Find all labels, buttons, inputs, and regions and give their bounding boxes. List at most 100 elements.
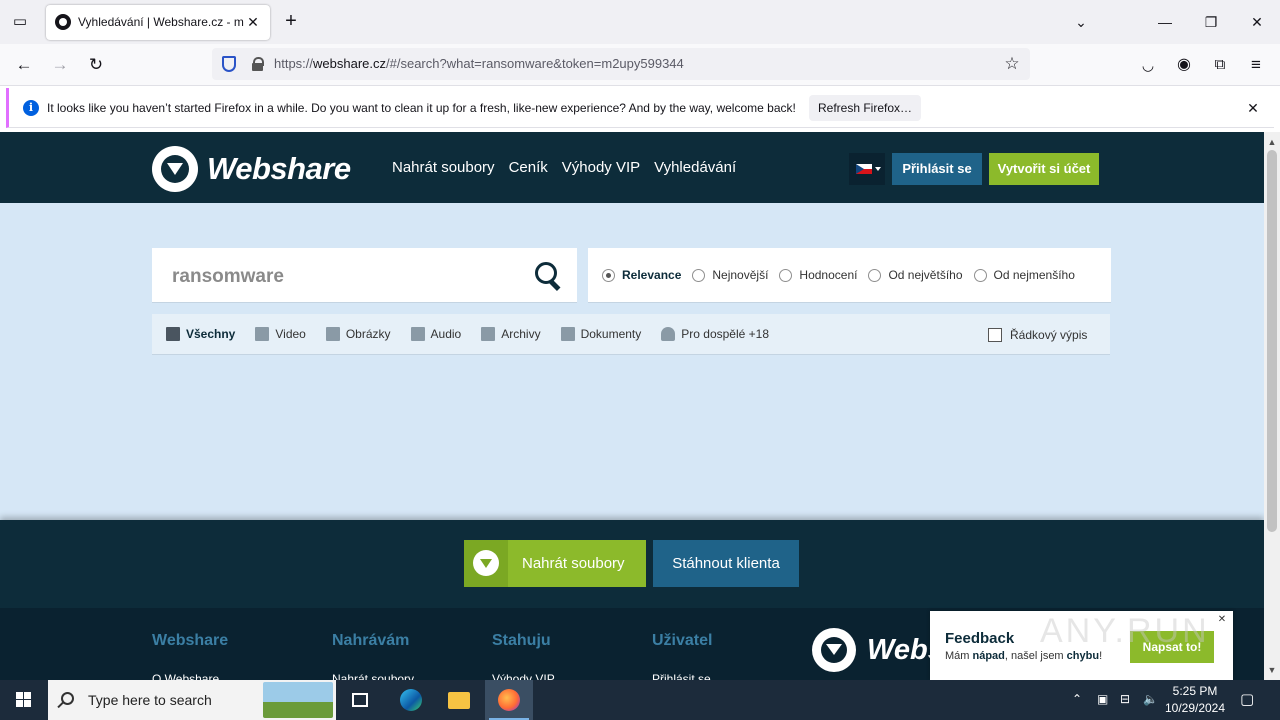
sort-largest[interactable]: Od největšího	[868, 268, 963, 282]
sort-newest[interactable]: Nejnovější	[692, 268, 768, 282]
login-button[interactable]: Přihlásit se	[892, 153, 982, 185]
firefox-logo	[498, 689, 520, 711]
reload-icon[interactable]: ↻	[83, 53, 109, 77]
list-all-tabs-icon[interactable]: ⌄	[1066, 10, 1096, 34]
url-text[interactable]: https://webshare.cz/#/search?what=ransom…	[274, 56, 684, 71]
tab-list-icon[interactable]: ▭	[8, 10, 32, 34]
scrollbar-thumb[interactable]	[1267, 150, 1277, 532]
radio-icon[interactable]	[692, 268, 706, 282]
edge-icon[interactable]	[387, 680, 435, 720]
archive-icon	[481, 327, 496, 341]
filter-documents[interactable]: Dokumenty	[560, 327, 641, 341]
filter-audio[interactable]: Audio	[410, 327, 461, 341]
footer-link[interactable]: Výhody VIP	[492, 672, 555, 680]
filter-video[interactable]: Video	[255, 327, 306, 341]
footer-heading: Webshare	[152, 632, 229, 649]
search-input[interactable]: ransomware	[172, 266, 284, 288]
radio-icon[interactable]	[868, 268, 882, 282]
bookmark-star-icon[interactable]: ☆	[1000, 52, 1024, 76]
task-view-glyph	[352, 693, 368, 707]
filter-images[interactable]: Obrázky	[325, 327, 391, 341]
feedback-close-icon[interactable]: ✕	[1215, 613, 1229, 627]
image-icon	[325, 327, 340, 341]
tray-chevron-icon[interactable]: ⌃	[1072, 692, 1082, 706]
edge-logo	[400, 689, 422, 711]
firefox-icon[interactable]	[485, 680, 533, 720]
webshare-logo[interactable]: Webshare	[152, 146, 352, 192]
account-icon[interactable]: ◉	[1171, 53, 1197, 77]
lock-icon[interactable]	[252, 57, 264, 71]
notification-message: It looks like you haven’t started Firefo…	[47, 101, 796, 115]
tracking-shield-icon[interactable]	[222, 56, 236, 72]
network-icon[interactable]: ⊟	[1120, 692, 1130, 706]
volume-icon[interactable]: 🔈	[1143, 692, 1158, 706]
row-list-label: Řádkový výpis	[1010, 328, 1088, 342]
filter-all[interactable]: Všechny	[166, 327, 235, 341]
type-filter-bar: Všechny Video Obrázky Audio Archivy Doku…	[152, 314, 1110, 355]
search-box[interactable]: ransomware	[152, 248, 577, 303]
window-close-icon[interactable]: ✕	[1242, 10, 1272, 34]
file-explorer-icon[interactable]	[435, 680, 483, 720]
windows-start-icon[interactable]	[0, 680, 48, 720]
notification-center-icon[interactable]: ▢	[1240, 690, 1254, 708]
feedback-title: Feedback	[945, 630, 1015, 647]
film-icon	[255, 327, 270, 341]
filter-archives[interactable]: Archivy	[481, 327, 541, 341]
tab-close-icon[interactable]: ✕	[244, 13, 262, 31]
footer-heading: Stahuju	[492, 632, 551, 649]
taskbar-clock[interactable]: 5:25 PM 10/29/2024	[1160, 683, 1230, 717]
footer-heading: Uživatel	[652, 632, 713, 649]
task-view-icon[interactable]	[336, 680, 384, 720]
browser-tab[interactable]: Vyhledávání | Webshare.cz - mo ✕	[46, 5, 270, 40]
register-button[interactable]: Vytvořit si účet	[989, 153, 1099, 185]
czech-flag-icon	[856, 164, 872, 174]
pocket-icon[interactable]: ◡	[1135, 53, 1161, 77]
taskbar-search[interactable]: Type here to search	[48, 680, 336, 720]
radio-icon[interactable]	[602, 268, 615, 282]
footer-link[interactable]: Přihlásit se	[652, 672, 712, 680]
nav-search[interactable]: Vyhledávání	[654, 159, 736, 176]
scroll-down-icon[interactable]: ▼	[1264, 662, 1280, 678]
footer-link[interactable]: O Webshare	[152, 672, 228, 680]
search-icon[interactable]	[535, 262, 563, 290]
scroll-up-icon[interactable]: ▲	[1264, 134, 1280, 150]
forward-arrow-icon[interactable]: →	[47, 53, 73, 77]
notification-close-icon[interactable]: ✕	[1242, 97, 1264, 119]
windows-taskbar: Type here to search ⌃ ▣ ⊟ 🔈 5:25 PM 10/2…	[0, 680, 1280, 720]
browser-tab-bar: ▭ Vyhledávání | Webshare.cz - mo ✕ + ⌄ —…	[0, 0, 1280, 44]
radio-icon[interactable]	[973, 268, 987, 282]
new-tab-icon[interactable]: +	[280, 10, 302, 32]
taskbar-search-placeholder: Type here to search	[88, 692, 212, 708]
person-icon	[661, 327, 676, 341]
site-header: Webshare Nahrát soubory Ceník Výhody VIP…	[0, 132, 1264, 203]
radio-icon[interactable]	[779, 268, 793, 282]
upload-files-button[interactable]: Nahrát soubory	[464, 540, 646, 587]
footer-col-webshare: Webshare O Webshare	[152, 632, 228, 680]
caret-down-icon	[875, 167, 881, 171]
sort-smallest[interactable]: Od nejmenšího	[973, 268, 1075, 282]
row-list-checkbox[interactable]	[988, 328, 1002, 342]
tray-meet-icon[interactable]: ▣	[1097, 692, 1108, 706]
nav-vip[interactable]: Výhody VIP	[562, 159, 640, 176]
sort-relevance[interactable]: Relevance	[602, 268, 681, 282]
language-selector[interactable]	[849, 153, 885, 185]
minimize-icon[interactable]: —	[1150, 10, 1180, 34]
address-bar[interactable]: https://webshare.cz/#/search?what=ransom…	[212, 48, 1030, 80]
filter-adult[interactable]: Pro dospělé +18	[661, 327, 769, 341]
extensions-icon[interactable]: ⧉	[1207, 53, 1233, 77]
page-scrollbar[interactable]: ▲ ▼	[1264, 132, 1280, 680]
main-nav: Nahrát soubory Ceník Výhody VIP Vyhledáv…	[392, 159, 736, 176]
nav-upload[interactable]: Nahrát soubory	[392, 159, 495, 176]
restore-icon[interactable]: ❐	[1196, 10, 1226, 34]
row-list-toggle[interactable]: Řádkový výpis	[988, 328, 1087, 342]
clock-date: 10/29/2024	[1164, 701, 1226, 715]
footer-link[interactable]: Nahrát soubory	[332, 672, 414, 680]
download-client-button[interactable]: Stáhnout klienta	[653, 540, 799, 587]
back-arrow-icon[interactable]: ←	[11, 53, 37, 77]
footer-col-user: Uživatel Přihlásit se	[652, 632, 712, 680]
nav-pricing[interactable]: Ceník	[509, 159, 548, 176]
refresh-firefox-button[interactable]: Refresh Firefox…	[809, 95, 921, 121]
search-highlight-image	[263, 682, 333, 718]
menu-hamburger-icon[interactable]: ≡	[1243, 53, 1269, 77]
sort-rating[interactable]: Hodnocení	[779, 268, 857, 282]
